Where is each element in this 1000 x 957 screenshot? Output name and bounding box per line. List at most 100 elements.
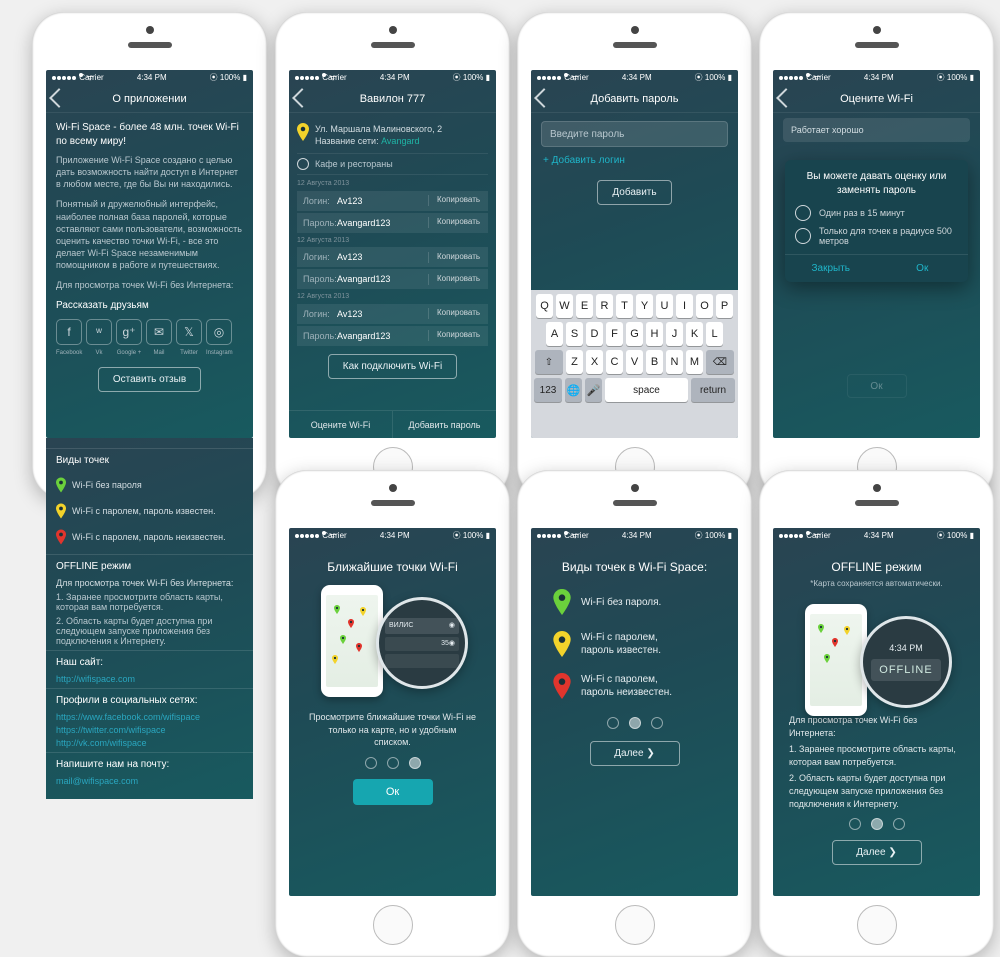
shift-key[interactable]: ⇧ [535,350,563,374]
howto-connect-button[interactable]: Как подключить Wi-Fi [328,354,457,379]
twitter-link[interactable]: https://twitter.com/wifispace [56,725,243,735]
modal-line-2: Только для точек в радиусе 500 метров [819,226,958,246]
keyboard: QWERTYUIOP ASDFGHJKL ⇧ ZXCVBNM⌫ 123 🌐 🎤 … [531,290,738,438]
key-z[interactable]: Z [566,350,583,374]
globe-key[interactable]: 🌐 [565,378,582,402]
add-password-tab[interactable]: Добавить пароль [392,411,496,438]
modal-ok-button[interactable]: Ок [877,255,969,282]
vk-link[interactable]: http://vk.com/wifispace [56,738,243,748]
screen-onboarding-offline: Carrier ᯤ4:34 PM⦿ 100% ▮ OFFLINE режим *… [773,528,980,896]
key-n[interactable]: N [666,350,683,374]
key-l[interactable]: L [706,322,723,346]
screen-rate-wifi: Carrier ᯤ4:34 PM⦿ 100% ▮ Оцените Wi-Fi Р… [773,70,980,438]
offline-step-1: 1. Заранее просмотрите область карты, ко… [789,743,964,768]
screen-spot-detail: Carrier ᯤ 4:34 PM⦿ 100% ▮ Вавилон 777 Ул… [289,70,496,438]
key-e[interactable]: E [576,294,593,318]
mic-key[interactable]: 🎤 [585,378,602,402]
address-row: Ул. Маршала Малиновского, 2 Название сет… [297,119,488,151]
ok-button-disabled: Ок [847,374,907,398]
delete-key[interactable]: ⌫ [706,350,734,374]
screen-about: Carrier ᯤ 4:34 PM ⦿ 100% ▮ О приложении … [46,70,253,438]
clock-icon [795,205,811,221]
key-i[interactable]: I [676,294,693,318]
phone-onboarding-list: Carrier ᯤ4:34 PM⦿ 100% ▮ Ближайшие точки… [275,470,510,957]
key-w[interactable]: W [556,294,573,318]
signal-icon: Carrier ᯤ [52,72,94,83]
copy-password-button[interactable]: Копировать [428,274,488,285]
add-login-link[interactable]: + Добавить логин [543,155,726,166]
onboarding-subtitle: *Карта сохраняется автоматически. [787,579,966,590]
copy-login-button[interactable]: Копировать [428,252,488,263]
facebook-icon[interactable]: f [56,319,82,345]
page-title: Вавилон 777 [360,93,426,105]
key-a[interactable]: A [546,322,563,346]
facebook-link[interactable]: https://www.facebook.com/wifispace [56,712,243,722]
rating-chip[interactable]: Работает хорошо [783,118,970,142]
back-icon[interactable] [292,88,312,108]
key-q[interactable]: Q [536,294,553,318]
leave-review-button[interactable]: Оставить отзыв [98,367,201,392]
pin-green-label: Wi-Fi без пароля. [581,596,661,609]
site-link[interactable]: http://wifispace.com [56,674,243,684]
next-button[interactable]: Далее ❯ [590,741,680,766]
status-bar: Carrier ᯤ 4:34 PM ⦿ 100% ▮ [46,70,253,85]
password-input[interactable]: Введите пароль [541,121,728,147]
back-icon[interactable] [776,88,796,108]
key-u[interactable]: U [656,294,673,318]
back-icon[interactable] [49,88,69,108]
mail-icon[interactable]: ✉ [146,319,172,345]
phone-onboarding-offline: Carrier ᯤ4:34 PM⦿ 100% ▮ OFFLINE режим *… [759,470,994,957]
key-s[interactable]: S [566,322,583,346]
key-h[interactable]: H [646,322,663,346]
back-icon[interactable] [534,88,554,108]
mail-link[interactable]: mail@wifispace.com [56,776,243,786]
category-row[interactable]: Кафе и рестораны [297,153,488,175]
numbers-key[interactable]: 123 [534,378,562,402]
key-t[interactable]: T [616,294,633,318]
page-title: Добавить пароль [591,93,679,105]
return-key[interactable]: return [691,378,735,402]
copy-login-button[interactable]: Копировать [428,195,488,206]
next-button[interactable]: Далее ❯ [832,840,922,865]
modal-close-button[interactable]: Закрыть [785,255,877,282]
key-v[interactable]: V [626,350,643,374]
add-button[interactable]: Добавить [597,180,671,205]
key-g[interactable]: G [626,322,643,346]
rate-wifi-tab[interactable]: Оцените Wi-Fi [289,411,392,438]
share-row: f ʷ g⁺ ✉ 𝕏 ◎ [56,319,243,345]
offline-intro: Для просмотра точек Wi-Fi без Интернета: [56,578,243,588]
key-p[interactable]: P [716,294,733,318]
mini-phone-map [805,604,867,716]
ok-button[interactable]: Ок [353,779,433,805]
space-key[interactable]: space [605,378,688,402]
bottom-bar: Оцените Wi-Fi Добавить пароль [289,410,496,438]
phone-spot-detail: Carrier ᯤ 4:34 PM⦿ 100% ▮ Вавилон 777 Ул… [275,12,510,499]
page-title: О приложении [112,93,186,105]
key-k[interactable]: K [686,322,703,346]
key-d[interactable]: D [586,322,603,346]
twitter-icon[interactable]: 𝕏 [176,319,202,345]
copy-password-button[interactable]: Копировать [428,330,488,341]
screen-onboarding-types: Carrier ᯤ4:34 PM⦿ 100% ▮ Виды точек в Wi… [531,528,738,896]
google-plus-icon[interactable]: g⁺ [116,319,142,345]
key-j[interactable]: J [666,322,683,346]
key-f[interactable]: F [606,322,623,346]
phone-about: Carrier ᯤ 4:34 PM ⦿ 100% ▮ О приложении … [32,12,267,499]
address: Ул. Маршала Малиновского, 2 [315,123,442,135]
key-r[interactable]: R [596,294,613,318]
key-c[interactable]: C [606,350,623,374]
key-o[interactable]: O [696,294,713,318]
key-x[interactable]: X [586,350,603,374]
share-labels: FacebookVkGoogle +MailTwitterInstagram [56,349,243,357]
headline: Wi-Fi Space - более 48 млн. точек Wi-Fi … [56,121,243,148]
pin-red-icon [56,529,66,545]
password-row: Пароль:Avangard123Копировать [297,326,488,346]
vk-icon[interactable]: ʷ [86,319,112,345]
copy-login-button[interactable]: Копировать [428,308,488,319]
key-y[interactable]: Y [636,294,653,318]
instagram-icon[interactable]: ◎ [206,319,232,345]
copy-password-button[interactable]: Копировать [428,217,488,228]
pin-legend: Wi-Fi без пароля. Wi-Fi с паролем, парол… [545,579,724,709]
key-m[interactable]: M [686,350,703,374]
key-b[interactable]: B [646,350,663,374]
